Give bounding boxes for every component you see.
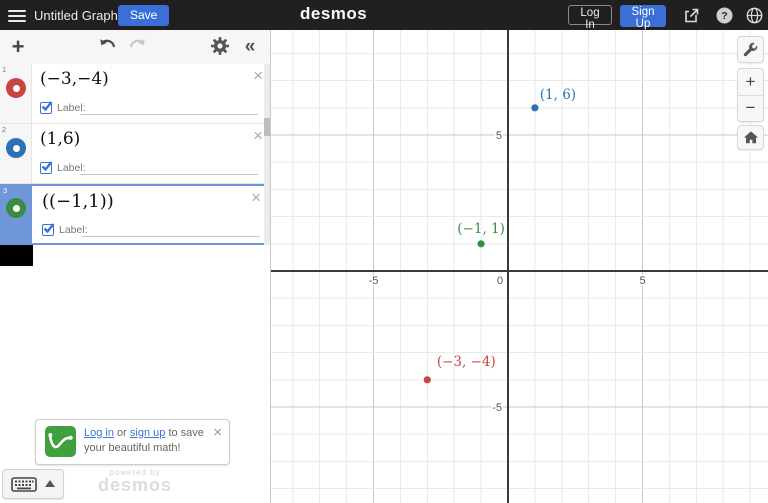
add-expression-button[interactable]: + — [6, 35, 30, 59]
login-button[interactable]: Log In — [568, 5, 612, 31]
top-bar: Untitled Graph Save desmos Log In Sign U… — [0, 0, 768, 31]
expression-toolbar: + « — [0, 30, 270, 65]
expression-gutter-2[interactable]: 2 — [0, 124, 32, 183]
close-icon[interactable]: × — [213, 424, 222, 441]
graph-settings-wrench-button[interactable] — [737, 36, 764, 63]
language-globe-icon[interactable] — [746, 7, 763, 24]
black-rectangle-artifact — [0, 245, 33, 266]
label-checkbox[interactable] — [40, 161, 53, 174]
label-input[interactable] — [82, 236, 260, 237]
label-caption: Label: — [57, 102, 86, 114]
close-icon[interactable]: × — [253, 66, 263, 86]
point-label: (1, 6) — [540, 87, 576, 103]
svg-text:?: ? — [721, 10, 727, 22]
point-style-icon[interactable] — [6, 138, 26, 158]
expression-text[interactable]: (1,6) — [40, 129, 80, 149]
point-label: (−3, −4) — [437, 354, 496, 370]
open-keyboard-arrow-icon — [45, 480, 55, 487]
row-index: 1 — [2, 65, 7, 74]
undo-icon[interactable] — [95, 35, 119, 59]
login-prompt-text: Log in or sign up to save your beautiful… — [84, 427, 204, 454]
y-axis-tick-label: 5 — [496, 130, 502, 142]
label-input[interactable] — [80, 114, 258, 115]
zoom-in-button[interactable]: + — [738, 69, 763, 96]
signup-link[interactable]: sign up — [130, 427, 165, 439]
point-style-icon[interactable] — [6, 198, 26, 218]
graph-point[interactable] — [423, 376, 431, 384]
show-keyboard-button[interactable] — [2, 469, 64, 499]
label-caption: Label: — [57, 162, 86, 174]
expression-row-3-selected[interactable]: 3 ((−1,1)) × Label: — [0, 184, 270, 245]
row-index: 2 — [2, 125, 7, 134]
help-icon[interactable]: ? — [716, 7, 733, 24]
close-icon[interactable]: × — [251, 188, 261, 208]
graph-title[interactable]: Untitled Graph — [34, 8, 118, 23]
desmos-logo: desmos — [300, 4, 368, 23]
login-prompt-card: Log in or sign up to save your beautiful… — [35, 419, 230, 465]
graph-canvas[interactable]: -5 0 5 5 -5 (−3, −4) (1, 6) (−1, 1) + − — [270, 30, 768, 503]
redo-icon[interactable] — [125, 35, 149, 59]
signup-button[interactable]: Sign Up — [620, 5, 666, 30]
expression-panel: + « 1 (−3,−4) × Label: 2 (1,6) × Label: … — [0, 30, 271, 503]
point-label: (−1, 1) — [457, 221, 505, 237]
expression-text[interactable]: ((−1,1)) — [42, 191, 114, 212]
expression-gutter-3[interactable]: 3 — [0, 184, 32, 245]
graph-point[interactable] — [531, 104, 539, 112]
close-icon[interactable]: × — [253, 126, 263, 146]
label-checkbox[interactable] — [42, 223, 55, 236]
zoom-controls: + − — [737, 68, 764, 122]
label-checkbox[interactable] — [40, 101, 53, 114]
expression-gutter-1[interactable]: 1 — [0, 64, 32, 123]
x-axis-tick-label: 0 — [497, 275, 503, 287]
x-axis-tick-label: -5 — [369, 275, 379, 287]
label-caption: Label: — [59, 224, 88, 236]
point-style-icon[interactable] — [6, 78, 26, 98]
share-icon[interactable] — [683, 7, 700, 24]
graph-point[interactable] — [477, 240, 485, 248]
row-index: 3 — [3, 186, 8, 195]
y-axis-tick-label: -5 — [492, 402, 502, 414]
login-link[interactable]: Log in — [84, 427, 114, 439]
panel-scrollbar[interactable] — [264, 64, 270, 245]
expression-row-1[interactable]: 1 (−3,−4) × Label: — [0, 64, 270, 124]
default-viewport-home-button[interactable] — [737, 125, 764, 150]
desmos-green-logo-icon — [45, 426, 76, 457]
expression-text[interactable]: (−3,−4) — [40, 69, 109, 89]
save-button[interactable]: Save — [118, 5, 170, 26]
collapse-panel-button[interactable]: « — [238, 35, 262, 59]
panel-scrollbar-thumb[interactable] — [264, 118, 270, 136]
menu-icon[interactable] — [8, 7, 26, 23]
graph-plot: -5 0 5 5 -5 (−3, −4) (1, 6) (−1, 1) — [270, 30, 768, 503]
label-input[interactable] — [80, 174, 258, 175]
x-axis-tick-label: 5 — [639, 275, 645, 287]
expression-row-2[interactable]: 2 (1,6) × Label: — [0, 124, 270, 184]
zoom-out-button[interactable]: − — [738, 95, 763, 121]
graph-settings-gear-icon[interactable] — [208, 36, 232, 60]
